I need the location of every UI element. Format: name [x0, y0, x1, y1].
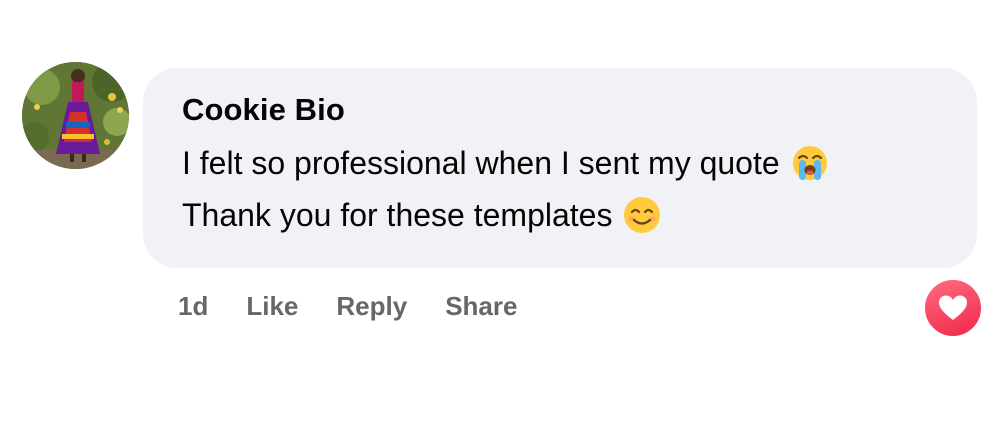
comment-author[interactable]: Cookie Bio [182, 90, 939, 130]
heart-icon [939, 295, 967, 320]
comment-timestamp[interactable]: 1d [178, 288, 208, 324]
comment-text-line-1: I felt so professional when I sent my qu… [182, 142, 939, 184]
reply-button[interactable]: Reply [336, 288, 407, 324]
reaction-badge[interactable] [922, 277, 984, 339]
loudly-crying-face-icon [790, 143, 830, 183]
comment-text: Thank you for these templates [182, 197, 613, 233]
comment-bubble: Cookie Bio I felt so professional when I… [143, 68, 977, 268]
comment-text: I felt so professional when I sent my qu… [182, 145, 780, 181]
avatar[interactable] [22, 62, 129, 169]
comment-actions: 1d Like Reply Share [178, 288, 555, 324]
comment: Cookie Bio I felt so professional when I… [0, 0, 1000, 443]
like-button[interactable]: Like [246, 288, 298, 324]
comment-text-line-2: Thank you for these templates [182, 194, 939, 236]
smiling-face-icon [622, 195, 662, 235]
share-button[interactable]: Share [445, 288, 517, 324]
